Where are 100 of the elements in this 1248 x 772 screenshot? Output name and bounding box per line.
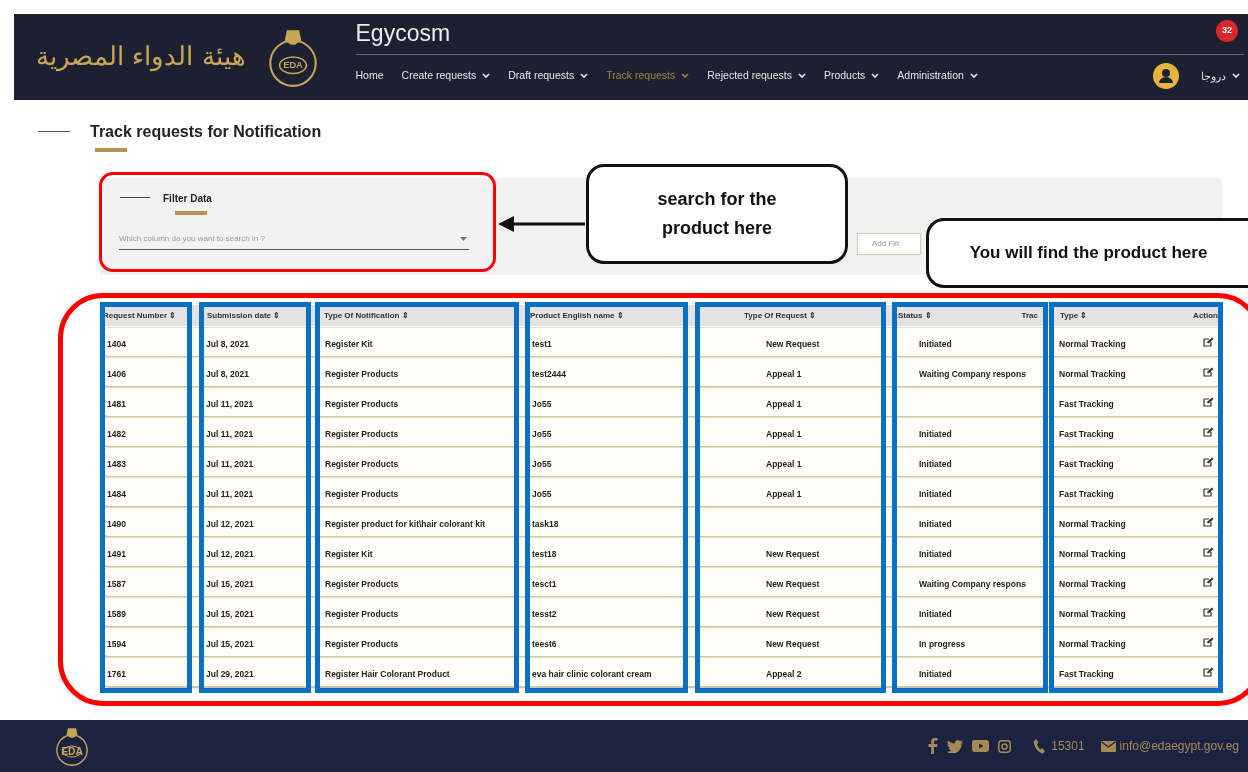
logo-text: هيئة الدواء المصرية	[35, 40, 247, 74]
edit-icon[interactable]	[1203, 637, 1214, 647]
table-cell: Appeal 1	[766, 429, 802, 439]
table-cell: Waiting Company respons	[919, 579, 1026, 589]
edit-icon[interactable]	[1203, 667, 1214, 677]
table-cell: Normal Tracking	[1059, 579, 1126, 589]
table-cell: Register Products	[325, 639, 399, 649]
table-cell: Jul 15, 2021	[206, 609, 254, 619]
edit-icon[interactable]	[1203, 577, 1214, 587]
edit-icon[interactable]	[1203, 367, 1214, 377]
table-cell: Waiting Company respons	[919, 369, 1026, 379]
phone-number: 15301	[1051, 738, 1085, 755]
table-cell: Register Products	[325, 399, 399, 409]
column-header[interactable]: Submission date ⇕	[192, 309, 309, 322]
table-cell: tesst2	[532, 609, 557, 619]
table-cell: Fast Tracking	[1059, 399, 1114, 409]
table-cell: 1491	[107, 549, 126, 559]
table-cell: Jul 12, 2021	[206, 549, 254, 559]
table-cell: Register Products	[325, 429, 399, 439]
table-cell: Register Products	[325, 489, 399, 499]
table-cell: Initiated	[919, 429, 952, 439]
table-cell: New Request	[766, 339, 820, 349]
table-cell: Register Kit	[325, 339, 373, 349]
user-menu[interactable]: دروجا	[1201, 67, 1240, 85]
table-cell: Register Hair Colorant Product	[325, 669, 450, 679]
table-cell: Jul 8, 2021	[206, 339, 249, 349]
table-cell: Jul 29, 2021	[206, 669, 254, 679]
column-header[interactable]: Type Of Notification ⇕	[309, 309, 516, 322]
table-cell: 1481	[107, 399, 126, 409]
edit-icon[interactable]	[1203, 517, 1214, 527]
table-cell: Jul 11, 2021	[206, 459, 254, 469]
nav-item[interactable]: Rejected requests	[707, 68, 806, 84]
callout-text: search for the product here	[656, 188, 778, 240]
table-cell: Initiated	[919, 609, 952, 619]
table-cell: Initiated	[919, 549, 952, 559]
table-cell: tesct1	[532, 579, 557, 589]
table-cell: Initiated	[919, 519, 952, 529]
table-cell: Appeal 2	[766, 669, 802, 679]
table-cell: Register product for kit\hair colorant kit	[325, 519, 486, 529]
table-cell: 1483	[107, 459, 126, 469]
table-cell: Normal Tracking	[1059, 639, 1126, 649]
edit-icon[interactable]	[1203, 487, 1214, 497]
column-header: Action	[1192, 309, 1219, 322]
column-header[interactable]: Status ⇕	[898, 309, 932, 322]
table-cell: eva hair clinic colorant cream	[532, 669, 652, 679]
nav-item[interactable]: Products	[823, 68, 880, 84]
nav-item[interactable]: Draft requests	[508, 68, 589, 84]
email-link[interactable]: info@edaegypt.gov.eg	[1119, 737, 1239, 755]
column-header[interactable]: Product English name ⇕	[516, 309, 686, 322]
edit-icon[interactable]	[1203, 397, 1214, 407]
table-cell: 1484	[107, 489, 126, 499]
filter-title: Filter Data	[163, 192, 212, 206]
table-cell: Normal Tracking	[1059, 519, 1126, 529]
table-cell: Jul 15, 2021	[206, 579, 254, 589]
table-cell: test18	[532, 549, 557, 559]
table-cell: Appeal 1	[766, 399, 802, 409]
nav-item[interactable]: Create requests	[401, 68, 491, 84]
table-cell: Fast Tracking	[1059, 429, 1114, 439]
table-cell: Appeal 1	[766, 459, 802, 469]
facebook-icon[interactable]	[928, 738, 939, 754]
avatar-icon[interactable]	[1153, 63, 1179, 89]
table-cell: test2444	[532, 369, 567, 379]
table-cell: Appeal 1	[766, 369, 802, 379]
notification-badge[interactable]: 32	[1216, 20, 1238, 42]
table-cell: Jul 12, 2021	[206, 519, 254, 529]
edit-icon[interactable]	[1203, 547, 1214, 557]
page-title: Track requests for Notification	[90, 122, 322, 142]
youtube-icon[interactable]	[972, 740, 990, 752]
nav-item[interactable]: Administration	[897, 68, 978, 84]
table-cell: Normal Tracking	[1059, 339, 1126, 349]
table-cell: task18	[532, 519, 559, 529]
table-cell: Normal Tracking	[1059, 369, 1126, 379]
table-cell: Fast Tracking	[1059, 459, 1114, 469]
table-cell: Jul 11, 2021	[206, 399, 254, 409]
table-cell: Jo55	[532, 489, 552, 499]
instagram-icon[interactable]	[998, 739, 1012, 753]
table-cell: Fast Tracking	[1059, 489, 1114, 499]
nav-item[interactable]: Track requests	[606, 68, 690, 84]
table-cell: Jo55	[532, 399, 552, 409]
table-cell: test1	[532, 339, 552, 349]
table-cell: Jo55	[532, 429, 552, 439]
nav-item[interactable]: Home	[355, 68, 384, 84]
caret-icon[interactable]	[460, 236, 467, 241]
column-header[interactable]: Type Of Request ⇕	[686, 309, 886, 322]
table-cell: New Request	[766, 579, 820, 589]
table-cell: 1490	[107, 519, 126, 529]
table-cell: Normal Tracking	[1059, 549, 1126, 559]
table-cell: New Request	[766, 639, 820, 649]
table-cell: In progress	[919, 639, 966, 649]
table-cell: 1594	[107, 639, 126, 649]
column-header[interactable]: Type ⇕	[1046, 309, 1166, 322]
twitter-icon[interactable]	[947, 739, 964, 753]
edit-icon[interactable]	[1203, 427, 1214, 437]
table-cell: 1589	[107, 609, 126, 619]
table-cell: 1404	[107, 339, 126, 349]
table-cell: Appeal 1	[766, 489, 802, 499]
edit-icon[interactable]	[1203, 457, 1214, 467]
table-cell: Initiated	[919, 459, 952, 469]
edit-icon[interactable]	[1203, 607, 1214, 617]
edit-icon[interactable]	[1203, 337, 1214, 347]
